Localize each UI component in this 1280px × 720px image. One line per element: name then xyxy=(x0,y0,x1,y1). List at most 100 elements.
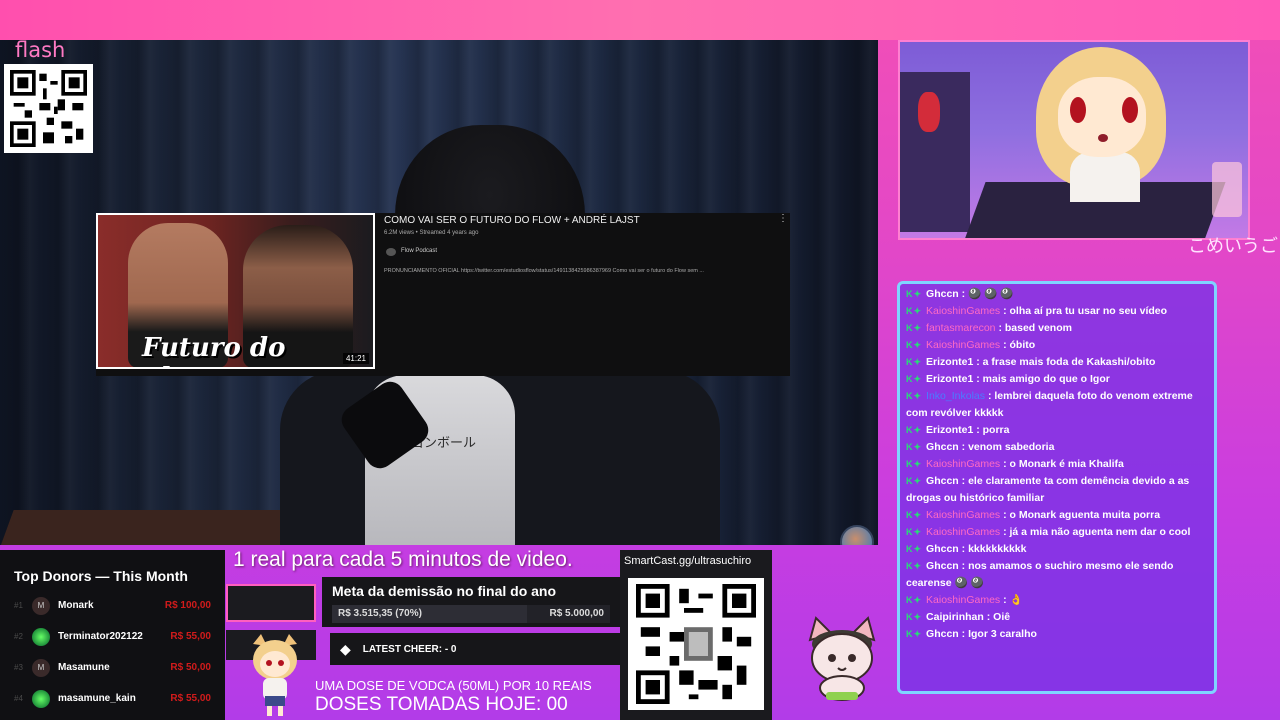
chat-username[interactable]: Ghccn xyxy=(926,543,959,555)
smartcast-url[interactable]: SmartCast.gg/ultrasuchiro xyxy=(624,555,751,567)
chat-username[interactable]: fantasmarecon xyxy=(926,322,995,334)
chat-username[interactable]: KaioshinGames xyxy=(926,305,1000,317)
chat-message-text: : óbito xyxy=(1003,339,1036,351)
chat-badge-icon: K✦ xyxy=(906,340,923,350)
chat-badge-icon: K✦ xyxy=(906,595,923,605)
chat-message-list: K✦ Ghccn : 🎱 🎱 🎱 K✦ KaioshinGames : olha aí… xyxy=(906,286,1208,643)
diamond-icon: ◆ xyxy=(340,640,351,657)
donor-avatar: M xyxy=(32,596,50,615)
chat-message: K✦ Erizonte1 : mais amigo do que o Igor xyxy=(906,371,1208,388)
chat-message-text: : Oiê xyxy=(986,611,1011,623)
donor-list: #1 M Monark R$ 100,00 #2 Terminator202122 R$ 5… xyxy=(14,590,211,714)
youtube-channel-name[interactable]: Flow Podcast xyxy=(401,248,437,254)
goal-current-amount: R$ 3.515,35 (70%) xyxy=(338,608,422,619)
chat-message: K✦ Caipirinhan : Oiê xyxy=(906,609,1208,626)
chat-message: K✦ KaioshinGames : olha aí pra tu usar no… xyxy=(906,303,1208,320)
chat-username[interactable]: Ghccn xyxy=(926,288,959,300)
chat-username[interactable]: Erizonte1 xyxy=(926,356,973,368)
chat-badge-icon: K✦ xyxy=(906,442,923,452)
chat-message-text: : a frase mais foda de Kakashi/obito xyxy=(976,356,1156,368)
chat-panel[interactable]: K✦ Ghccn : 🎱 🎱 🎱 K✦ KaioshinGames : olha aí… xyxy=(897,281,1217,694)
smartcast-qr-code xyxy=(628,578,764,710)
chat-message: K✦ KaioshinGames : o Monark aguenta muita… xyxy=(906,507,1208,524)
chat-username[interactable]: KaioshinGames xyxy=(926,594,1000,606)
youtube-video-title[interactable]: COMO VAI SER O FUTURO DO FLOW + ANDRÉ LA… xyxy=(384,215,640,226)
chat-badge-icon: K✦ xyxy=(906,357,923,367)
channel-icon[interactable] xyxy=(386,248,396,256)
chat-username[interactable]: Erizonte1 xyxy=(926,424,973,436)
youtube-video-meta: 6.2M views • Streamed 4 years ago xyxy=(384,230,479,236)
chat-message-text: : based venom xyxy=(998,322,1072,334)
chat-badge-icon: K✦ xyxy=(906,527,923,537)
chat-badge-icon: K✦ xyxy=(906,306,923,316)
chat-username[interactable]: KaioshinGames xyxy=(926,339,1000,351)
vodka-rule-text: UMA DOSE DE VODCA (50ML) POR 10 REAIS xyxy=(315,678,592,693)
goal-target-amount: R$ 5.000,00 xyxy=(549,608,605,619)
chat-badge-icon: K✦ xyxy=(906,612,923,622)
chat-message: K✦ KaioshinGames : o Monark é mia Khalifa xyxy=(906,456,1208,473)
chat-badge-icon: K✦ xyxy=(906,561,923,571)
chat-message: K✦ KaioshinGames : já a mia não aguenta n… xyxy=(906,524,1208,541)
chat-message: K✦ Erizonte1 : a frase mais foda de Kakas… xyxy=(906,354,1208,371)
vodka-count-text: DOSES TOMADAS HOJE: 00 xyxy=(315,694,568,715)
vtuber-left-eye xyxy=(1070,97,1086,123)
more-options-icon[interactable]: ⋮ xyxy=(778,213,788,224)
chat-username[interactable]: Erizonte1 xyxy=(926,373,973,385)
chat-username[interactable]: Ghccn xyxy=(926,441,959,453)
top-banner xyxy=(0,0,1280,40)
video-duration: 41:21 xyxy=(342,353,369,364)
chat-username[interactable]: KaioshinGames xyxy=(926,526,1000,538)
flash-qr-code xyxy=(4,64,93,153)
vtuber-cup xyxy=(1212,162,1242,217)
donor-amount: R$ 55,00 xyxy=(170,693,211,704)
chat-username[interactable]: Caipirinhan xyxy=(926,611,984,623)
chat-badge-icon: K✦ xyxy=(906,425,923,435)
donor-row: #4 masamune_kain R$ 55,00 xyxy=(14,683,211,714)
youtube-thumbnail[interactable]: Futuro do Flow 41:21 xyxy=(96,213,375,369)
goal-title: Meta da demissão no final do ano xyxy=(332,583,557,599)
youtube-embed-card[interactable]: Futuro do Flow 41:21 COMO VAI SER O FUTU… xyxy=(96,213,790,376)
chat-username[interactable]: Ghccn xyxy=(926,628,959,640)
cat-character-sticker xyxy=(808,616,876,701)
chat-username[interactable]: KaioshinGames xyxy=(926,458,1000,470)
chat-badge-icon: K✦ xyxy=(906,510,923,520)
donor-name: Monark xyxy=(58,600,94,611)
chat-message-text: : olha aí pra tu usar no seu vídeo xyxy=(1003,305,1168,317)
chat-message-text: : já a mia não aguenta nem dar o cool xyxy=(1003,526,1191,538)
donor-name: masamune_kain xyxy=(58,693,136,704)
chat-badge-icon: K✦ xyxy=(906,459,923,469)
donor-row: #3 M Masamune R$ 50,00 xyxy=(14,652,211,683)
vtuber-red-object xyxy=(918,92,940,132)
anime-girl-sticker xyxy=(253,634,297,716)
qr-code-icon xyxy=(10,70,87,147)
donor-row: #2 Terminator202122 R$ 55,00 xyxy=(14,621,211,652)
donor-rank: #4 xyxy=(14,694,23,703)
chat-username[interactable]: Inko_Inkolas xyxy=(926,390,985,402)
youtube-video-description: PRONUNCIAMENTO OFICIAL https://twitter.c… xyxy=(384,268,704,274)
donor-rank: #2 xyxy=(14,632,23,641)
chat-message-text: : o Monark aguenta muita porra xyxy=(1003,509,1161,521)
chat-message: K✦ KaioshinGames : 👌 xyxy=(906,592,1208,609)
chat-badge-icon: K✦ xyxy=(906,323,923,333)
chat-message-text: : venom sabedoria xyxy=(961,441,1055,453)
chat-message: K✦ Ghccn : nos amamos o suchiro mesmo ele… xyxy=(906,558,1208,592)
chat-username[interactable]: Ghccn xyxy=(926,475,959,487)
smartcast-panel: SmartCast.gg/ultrasuchiro xyxy=(620,550,772,720)
chat-badge-icon: K✦ xyxy=(906,374,923,384)
donor-name: Masamune xyxy=(58,662,110,673)
chat-badge-icon: K✦ xyxy=(906,289,923,299)
vtuber-mouth xyxy=(1098,134,1108,142)
chat-message: K✦ fantasmarecon : based venom xyxy=(906,320,1208,337)
goal-progress-bar: R$ 3.515,35 (70%) R$ 5.000,00 xyxy=(332,605,610,623)
chat-username[interactable]: KaioshinGames xyxy=(926,509,1000,521)
chat-message: K✦ KaioshinGames : óbito xyxy=(906,337,1208,354)
chat-badge-icon: K✦ xyxy=(906,476,923,486)
donor-avatar xyxy=(32,689,50,708)
chat-badge-icon: K✦ xyxy=(906,544,923,554)
chat-message-text: : Igor 3 caralho xyxy=(961,628,1037,640)
chat-username[interactable]: Ghccn xyxy=(926,560,959,572)
qr-code-icon xyxy=(636,584,756,704)
donor-avatar xyxy=(32,627,50,646)
chat-message: K✦ Ghccn : 🎱 🎱 🎱 xyxy=(906,286,1208,303)
japanese-decoration-text: こめいうご xyxy=(1188,236,1278,257)
